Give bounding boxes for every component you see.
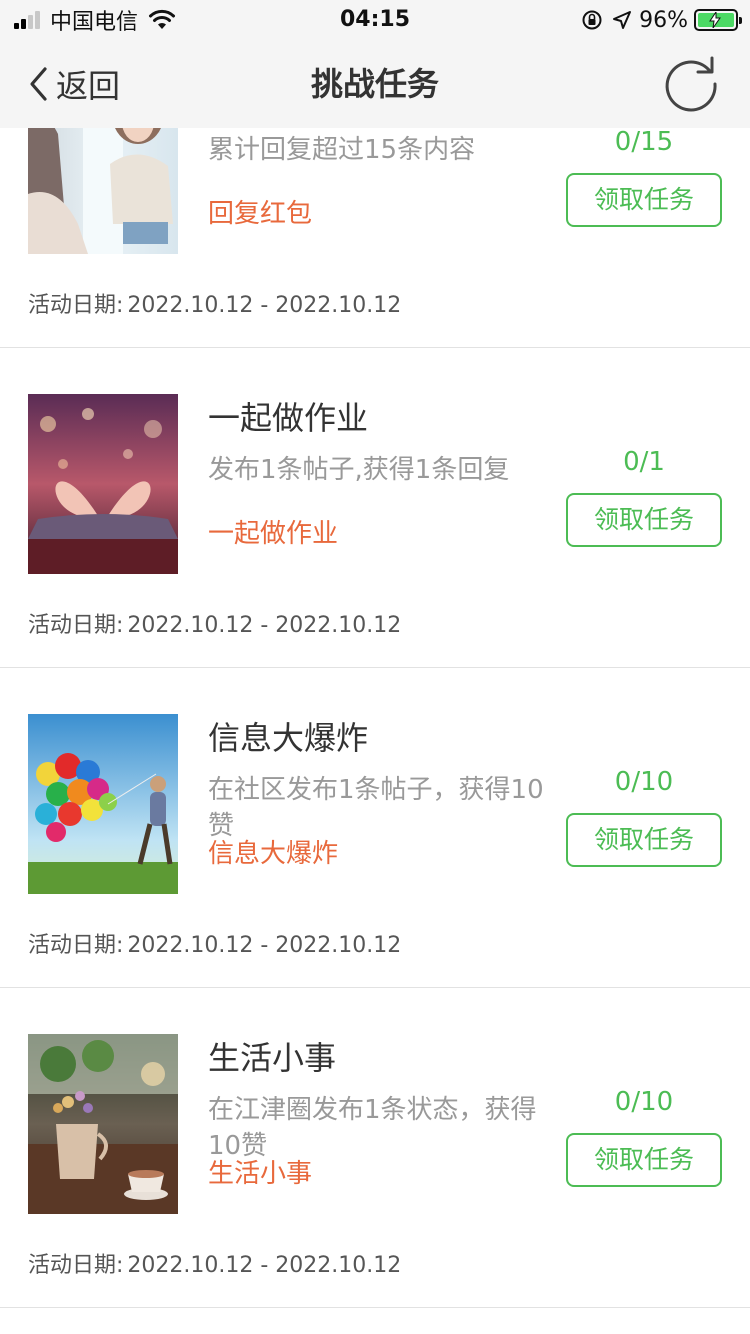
task-item: 信息大爆炸 在社区发布1条帖子，获得10赞 信息大爆炸 0/10 领取任务 活动… xyxy=(0,668,750,988)
task-description: 累计回复超过15条内容 xyxy=(208,135,476,165)
navigation-bar: 返回 挑战任务 xyxy=(0,40,750,128)
battery-charging-icon xyxy=(694,9,742,31)
date-range: 2022.10.12 - 2022.10.12 xyxy=(127,613,402,638)
task-date: 活动日期: 2022.10.12 - 2022.10.12 xyxy=(28,290,401,322)
date-range: 2022.10.12 - 2022.10.12 xyxy=(127,1253,402,1278)
task-title: 一起做作业 xyxy=(208,399,369,437)
task-progress: 0/15 xyxy=(614,128,674,157)
date-label: 活动日期: xyxy=(28,933,124,958)
task-tag: 一起做作业 xyxy=(208,519,339,549)
claim-task-button[interactable]: 领取任务 xyxy=(566,813,722,867)
claim-task-button[interactable]: 领取任务 xyxy=(566,173,722,227)
task-list[interactable]: 累计回复超过15条内容 回复红包 0/15 领取任务 活动日期: 2022.10.… xyxy=(0,128,750,1334)
date-label: 活动日期: xyxy=(28,613,124,638)
task-image xyxy=(28,394,178,574)
refresh-icon[interactable] xyxy=(662,54,722,114)
page-title: 挑战任务 xyxy=(310,65,439,103)
task-title: 生活小事 xyxy=(208,1039,337,1077)
task-image xyxy=(28,128,178,254)
task-image xyxy=(28,714,178,894)
claim-task-button[interactable]: 领取任务 xyxy=(566,493,722,547)
date-range: 2022.10.12 - 2022.10.12 xyxy=(127,293,402,318)
task-tag: 信息大爆炸 xyxy=(208,839,339,869)
battery-percent: 96% xyxy=(639,7,688,33)
task-title: 信息大爆炸 xyxy=(208,719,369,757)
task-description: 在江津圈发布1条状态，获得10赞 xyxy=(208,1095,537,1161)
task-item: 累计回复超过15条内容 回复红包 0/15 领取任务 活动日期: 2022.10.… xyxy=(0,128,750,348)
task-item: 生活小事 在江津圈发布1条状态，获得10赞 生活小事 0/10 领取任务 活动日… xyxy=(0,988,750,1308)
claim-task-button[interactable]: 领取任务 xyxy=(566,1133,722,1187)
task-tag: 生活小事 xyxy=(208,1159,313,1189)
status-right: 96% xyxy=(581,6,742,34)
task-image xyxy=(28,1034,178,1214)
task-progress: 0/10 xyxy=(614,1087,674,1117)
task-date: 活动日期: 2022.10.12 - 2022.10.12 xyxy=(28,610,401,642)
task-progress: 0/10 xyxy=(614,767,674,797)
task-tag: 回复红包 xyxy=(208,199,313,229)
task-item: 一起做作业 发布1条帖子,获得1条回复 一起做作业 0/1 领取任务 活动日期:… xyxy=(0,348,750,668)
status-bar: 中国电信 04:15 96% xyxy=(0,0,750,40)
task-date: 活动日期: 2022.10.12 - 2022.10.12 xyxy=(28,930,401,962)
date-label: 活动日期: xyxy=(28,1253,124,1278)
task-date: 活动日期: 2022.10.12 - 2022.10.12 xyxy=(28,1250,401,1282)
orientation-lock-icon xyxy=(582,10,602,30)
date-label: 活动日期: xyxy=(28,293,124,318)
date-range: 2022.10.12 - 2022.10.12 xyxy=(127,933,402,958)
task-description: 在社区发布1条帖子，获得10赞 xyxy=(208,775,544,841)
task-description: 发布1条帖子,获得1条回复 xyxy=(208,455,510,485)
task-progress: 0/1 xyxy=(623,447,665,477)
location-arrow-icon xyxy=(613,11,632,29)
